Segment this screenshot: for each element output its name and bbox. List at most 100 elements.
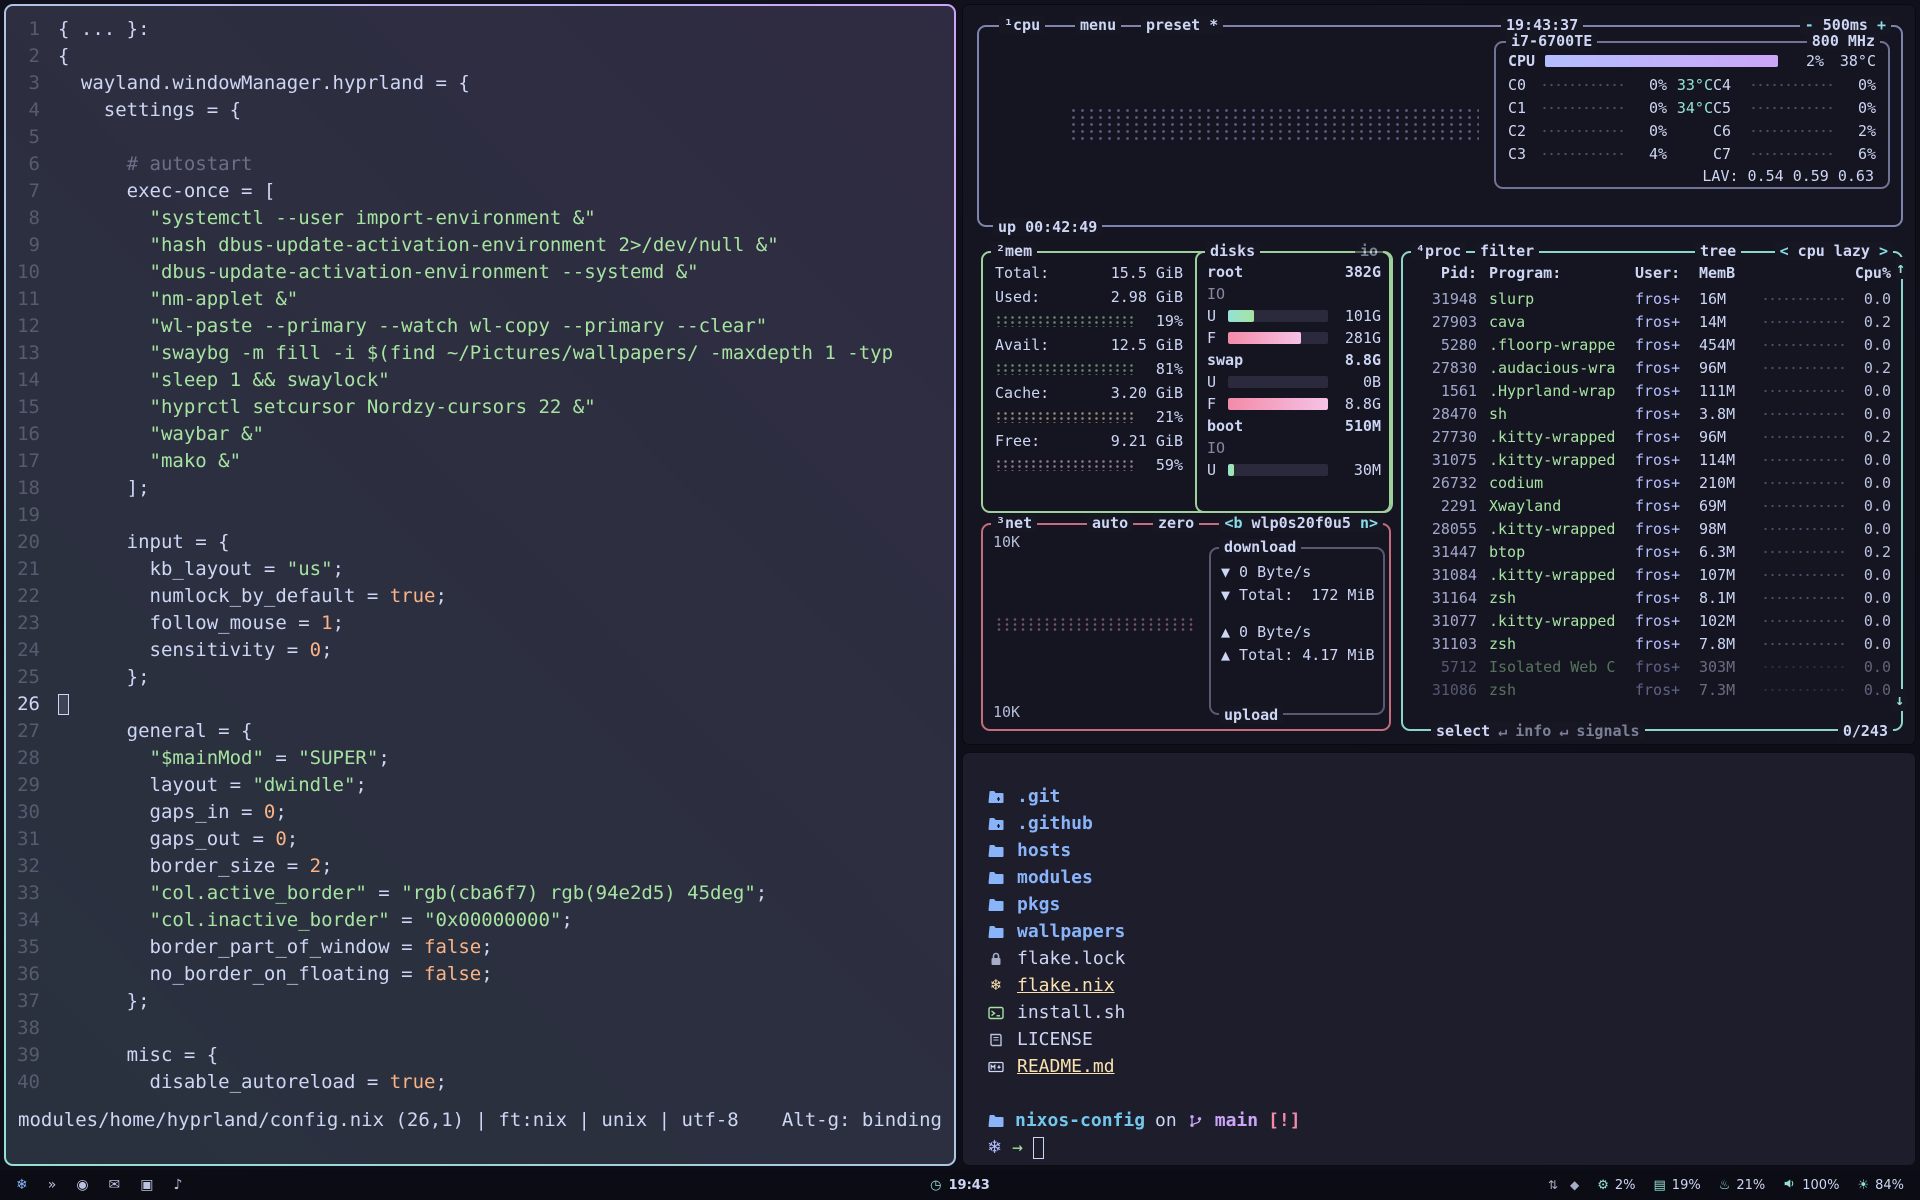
process-row[interactable]: 27830.audacious-wrafros+96M0.2	[1413, 356, 1891, 379]
process-row[interactable]: 31103zshfros+7.8M0.0	[1413, 632, 1891, 655]
waybar-clock[interactable]: ◷19:43	[930, 1178, 990, 1193]
col-user[interactable]: User:	[1635, 262, 1699, 284]
process-row[interactable]: 31075.kitty-wrappedfros+114M0.0	[1413, 448, 1891, 471]
code-line[interactable]: 20 input = {	[6, 529, 954, 556]
code-line[interactable]: 35 border_part_of_window = false;	[6, 934, 954, 961]
signals-hint[interactable]: signals	[1576, 722, 1639, 740]
process-row[interactable]: 28055.kitty-wrappedfros+98M0.0	[1413, 517, 1891, 540]
code-line[interactable]: 4 settings = {	[6, 97, 954, 124]
tree-toggle[interactable]: tree	[1695, 242, 1741, 260]
file-item[interactable]: modules	[987, 864, 1125, 891]
chat-app-icon[interactable]: ✉	[109, 1177, 121, 1193]
browser-app-icon[interactable]: ◉	[76, 1177, 88, 1193]
file-item[interactable]: ❄flake.nix	[987, 972, 1125, 999]
col-memb[interactable]: MemB	[1699, 262, 1755, 284]
code-line[interactable]: 36 no_border_on_floating = false;	[6, 961, 954, 988]
code-line[interactable]: 12 "wl-paste --primary --watch wl-copy -…	[6, 313, 954, 340]
process-row[interactable]: 26732codiumfros+210M0.0	[1413, 471, 1891, 494]
waybar-module-volume[interactable]: 100%	[1783, 1177, 1839, 1194]
proc-scroll-down[interactable]: ↓	[1892, 689, 1907, 711]
file-item[interactable]: wallpapers	[987, 918, 1125, 945]
code-line[interactable]: 25 };	[6, 664, 954, 691]
editor-buffer[interactable]: 1{ ... }:2{3 wayland.windowManager.hyprl…	[6, 6, 954, 1096]
process-row[interactable]: 5712Isolated Web Cfros+303M0.0	[1413, 655, 1891, 678]
select-hint[interactable]: select	[1436, 722, 1490, 740]
waybar-module-brightness[interactable]: ☀84%	[1857, 1178, 1904, 1193]
code-line[interactable]: 29 layout = "dwindle";	[6, 772, 954, 799]
process-row[interactable]: 31447btopfros+6.3M0.2	[1413, 540, 1891, 563]
process-row[interactable]: 27730.kitty-wrappedfros+96M0.2	[1413, 425, 1891, 448]
code-line[interactable]: 23 follow_mouse = 1;	[6, 610, 954, 637]
sort-prev-button[interactable]: <	[1780, 242, 1789, 260]
code-line[interactable]: 11 "nm-applet &"	[6, 286, 954, 313]
file-item[interactable]: hosts	[987, 837, 1125, 864]
sort-selector[interactable]: < cpu lazy >	[1775, 242, 1893, 260]
file-item[interactable]: LICENSE	[987, 1026, 1125, 1053]
file-item[interactable]: README.md	[987, 1053, 1125, 1080]
code-line[interactable]: 14 "sleep 1 && swaylock"	[6, 367, 954, 394]
net-auto-button[interactable]: auto	[1087, 514, 1133, 532]
process-row[interactable]: 31164zshfros+8.1M0.0	[1413, 586, 1891, 609]
files-app-icon[interactable]: ▣	[140, 1177, 153, 1193]
tray-network-icon[interactable]: ⇅	[1548, 1178, 1558, 1192]
process-row[interactable]: 31086zshfros+7.3M0.0	[1413, 678, 1891, 701]
code-line[interactable]: 39 misc = {	[6, 1042, 954, 1069]
process-row[interactable]: 31084.kitty-wrappedfros+107M0.0	[1413, 563, 1891, 586]
process-row[interactable]: 2291Xwaylandfros+69M0.0	[1413, 494, 1891, 517]
terminal-app-icon[interactable]: »	[48, 1177, 57, 1193]
code-line[interactable]: 19	[6, 502, 954, 529]
code-line[interactable]: 18 ];	[6, 475, 954, 502]
code-line[interactable]: 34 "col.inactive_border" = "0x00000000";	[6, 907, 954, 934]
waybar-module-temperature[interactable]: ♨21%	[1719, 1178, 1766, 1193]
code-line[interactable]: 7 exec-once = [	[6, 178, 954, 205]
net-zero-button[interactable]: zero	[1153, 514, 1199, 532]
code-line[interactable]: 2{	[6, 43, 954, 70]
file-item[interactable]: flake.lock	[987, 945, 1125, 972]
code-line[interactable]: 33 "col.active_border" = "rgb(cba6f7) rg…	[6, 880, 954, 907]
code-line[interactable]: 31 gaps_out = 0;	[6, 826, 954, 853]
net-interface-selector[interactable]: <b wlp0s20f0u5 n>	[1219, 514, 1383, 532]
col-pid[interactable]: Pid:	[1413, 262, 1477, 284]
code-line[interactable]: 21 kb_layout = "us";	[6, 556, 954, 583]
tray-shield-icon[interactable]: ◆	[1570, 1178, 1579, 1192]
nix-launcher-icon[interactable]: ❄	[16, 1177, 28, 1193]
code-line[interactable]: 17 "mako &"	[6, 448, 954, 475]
shell-input-line[interactable]: ❄ →	[987, 1134, 1044, 1161]
iface-prev-button[interactable]: <b	[1224, 514, 1242, 532]
code-line[interactable]: 38	[6, 1015, 954, 1042]
menu-button[interactable]: menu	[1075, 16, 1121, 34]
waybar-module-cpu[interactable]: ⚙2%	[1597, 1178, 1635, 1193]
code-line[interactable]: 8 "systemctl --user import-environment &…	[6, 205, 954, 232]
code-line[interactable]: 16 "waybar &"	[6, 421, 954, 448]
code-line[interactable]: 9 "hash dbus-update-activation-environme…	[6, 232, 954, 259]
process-row[interactable]: 5280.floorp-wrappefros+454M0.0	[1413, 333, 1891, 356]
process-row[interactable]: 1561.Hyprland-wrapfros+111M0.0	[1413, 379, 1891, 402]
disks-io-toggle[interactable]: io	[1355, 242, 1383, 260]
code-line[interactable]: 22 numlock_by_default = true;	[6, 583, 954, 610]
proc-footer[interactable]: select↵info↵signals	[1431, 722, 1645, 740]
process-row[interactable]: 31948slurpfros+16M0.0	[1413, 287, 1891, 310]
col-cpu[interactable]: Cpu%	[1851, 262, 1891, 284]
filter-button[interactable]: filter	[1475, 242, 1539, 260]
file-item[interactable]: .git	[987, 783, 1125, 810]
file-item[interactable]: .github	[987, 810, 1125, 837]
code-line[interactable]: 37 };	[6, 988, 954, 1015]
code-line[interactable]: 13 "swaybg -m fill -i $(find ~/Pictures/…	[6, 340, 954, 367]
preset-button[interactable]: preset *	[1141, 16, 1223, 34]
process-row[interactable]: 28470shfros+3.8M0.0	[1413, 402, 1891, 425]
iface-next-button[interactable]: n>	[1360, 514, 1378, 532]
sort-next-button[interactable]: >	[1879, 242, 1888, 260]
info-hint[interactable]: info	[1515, 722, 1551, 740]
code-line[interactable]: 1{ ... }:	[6, 16, 954, 43]
code-line[interactable]: 24 sensitivity = 0;	[6, 637, 954, 664]
code-line[interactable]: 6 # autostart	[6, 151, 954, 178]
file-item[interactable]: install.sh	[987, 999, 1125, 1026]
code-line[interactable]: 30 gaps_in = 0;	[6, 799, 954, 826]
col-program[interactable]: Program:	[1477, 262, 1635, 284]
proc-scroll-up[interactable]: ↑	[1896, 257, 1905, 279]
code-line[interactable]: 3 wayland.windowManager.hyprland = {	[6, 70, 954, 97]
process-row[interactable]: 31077.kitty-wrappedfros+102M0.0	[1413, 609, 1891, 632]
code-line[interactable]: 28 "$mainMod" = "SUPER";	[6, 745, 954, 772]
code-line[interactable]: 10 "dbus-update-activation-environment -…	[6, 259, 954, 286]
proc-header-row[interactable]: Pid: Program: User: MemB Cpu%	[1413, 261, 1891, 285]
